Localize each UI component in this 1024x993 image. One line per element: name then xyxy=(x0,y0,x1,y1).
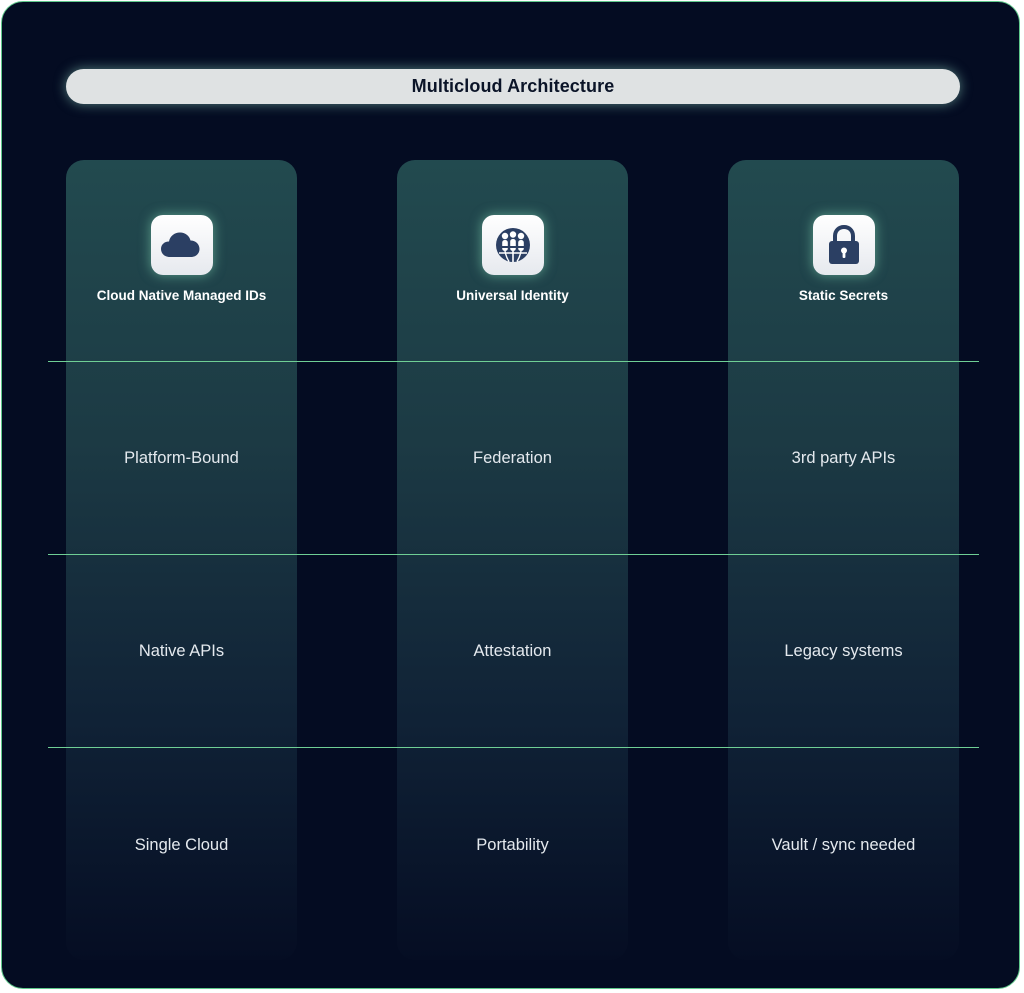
cloud-icon xyxy=(150,215,213,275)
row-divider xyxy=(48,747,979,748)
column-heading: Universal Identity xyxy=(456,288,569,303)
cell-3rd-party-apis: 3rd party APIs xyxy=(791,449,896,467)
row-divider xyxy=(48,361,979,362)
cell-platform-bound: Platform-Bound xyxy=(124,449,239,467)
cell-federation: Federation xyxy=(473,449,552,467)
column-heading: Static Secrets xyxy=(798,288,889,303)
row-divider xyxy=(48,554,979,555)
lock-icon xyxy=(812,215,875,275)
globe-people-icon xyxy=(481,215,544,275)
cell-legacy-systems: Legacy systems xyxy=(784,642,903,660)
title-bar: Multicloud Architecture xyxy=(66,69,960,104)
column-heading: Cloud Native Managed IDs xyxy=(96,288,267,303)
cell-portability: Portability xyxy=(476,836,549,854)
diagram-title: Multicloud Architecture xyxy=(411,76,615,96)
cell-vault-sync: Vault / sync needed xyxy=(771,836,916,854)
cell-attestation: Attestation xyxy=(473,642,552,660)
cell-native-apis: Native APIs xyxy=(138,642,225,660)
cell-single-cloud: Single Cloud xyxy=(134,836,229,854)
diagram-frame: Multicloud Architecture Cloud Native Man… xyxy=(1,1,1020,989)
